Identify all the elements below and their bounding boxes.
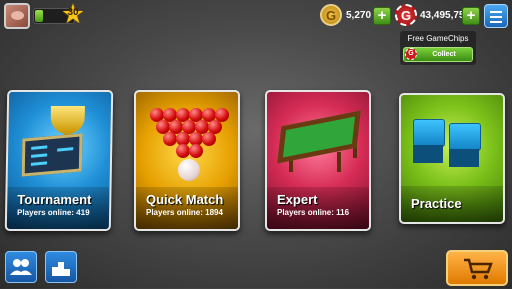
chalk-cube-icon: [413, 119, 445, 147]
leaderboard-icon: [52, 262, 70, 276]
quick-match-title: Quick Match: [146, 192, 224, 207]
free-gamechips-title: Free GameChips: [407, 34, 469, 43]
collect-button[interactable]: G Collect: [403, 47, 473, 62]
free-gamechips-panel: Free GameChips G Collect: [400, 31, 476, 65]
red-balls-rack: [150, 108, 230, 164]
hamburger-menu-icon[interactable]: [484, 4, 508, 28]
chalk-cube-icon: [449, 123, 481, 151]
gamechip-icon: G: [405, 48, 417, 60]
friends-icon: [10, 259, 32, 275]
snooker-table-icon: [277, 110, 361, 164]
practice-title: Practice: [411, 196, 462, 211]
leaderboard-button[interactable]: [45, 251, 77, 283]
tournament-bracket-board: [21, 133, 83, 177]
player-avatar[interactable]: [4, 3, 30, 29]
add-chips-button[interactable]: +: [462, 7, 480, 25]
gamechip-icon: G: [395, 4, 417, 26]
collect-label: Collect: [432, 51, 456, 58]
friends-button[interactable]: [5, 251, 37, 283]
shopping-cart-icon: [464, 258, 493, 280]
gold-amount: 5,270: [346, 10, 372, 21]
quick-match-card[interactable]: Quick Match Players online: 1894: [134, 90, 240, 231]
shop-button[interactable]: [446, 250, 508, 286]
expert-title: Expert: [277, 192, 318, 207]
expert-players-online: Players online: 116: [277, 208, 350, 217]
expert-card[interactable]: Expert Players online: 116: [265, 90, 371, 231]
gold-coin-icon: G: [320, 4, 342, 26]
cue-ball: [178, 159, 200, 181]
tournament-title: Tournament: [17, 192, 92, 207]
add-gold-button[interactable]: +: [373, 7, 391, 25]
player-level: 30: [67, 7, 79, 18]
practice-card[interactable]: Practice: [399, 93, 505, 224]
trophy-icon: [50, 106, 85, 134]
quick-match-players-online: Players online: 1894: [146, 208, 223, 217]
tournament-card[interactable]: Tournament Players online: 419: [4, 90, 114, 231]
tournament-players-online: Players online: 419: [17, 208, 90, 217]
xp-progress-fill: [35, 10, 43, 22]
